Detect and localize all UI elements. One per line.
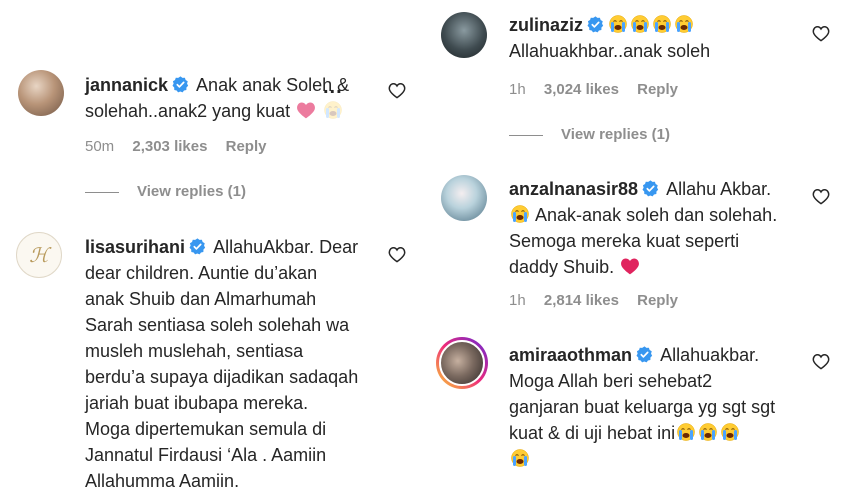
comment-time: 1h — [509, 292, 526, 309]
comment-text: Allahuakhbar..anak soleh — [509, 41, 711, 61]
avatar[interactable] — [441, 12, 487, 58]
view-replies-button[interactable]: View replies (1) — [509, 126, 670, 143]
comment-likes[interactable]: 3,024 likes — [544, 81, 619, 98]
comment-time: 50m — [85, 138, 115, 155]
comment-username[interactable]: amiraaothman — [509, 345, 632, 365]
crying-emoji-icon — [698, 422, 718, 442]
verified-badge-icon — [172, 76, 189, 93]
verified-badge-icon — [636, 346, 653, 363]
comment-username[interactable]: lisasurihani — [85, 237, 185, 257]
avatar-story-ring[interactable] — [436, 337, 488, 389]
reply-button[interactable]: Reply — [637, 81, 678, 98]
heart-icon[interactable] — [812, 353, 830, 370]
comment-time: 1h — [509, 81, 526, 98]
verified-badge-icon — [587, 16, 604, 33]
crying-emoji-icon — [608, 14, 628, 34]
crying-emoji-icon — [676, 422, 696, 442]
comment-text: kuat & di uji hebat ini — [509, 423, 676, 443]
crying-emoji-icon — [652, 14, 672, 34]
crying-emoji-icon — [510, 204, 530, 224]
comment-text: Allahumma Aamiin. — [85, 471, 240, 491]
crying-emoji-icon — [510, 448, 530, 468]
comment-text: jariah buat ibubapa mereka. — [85, 393, 309, 413]
divider — [85, 191, 119, 193]
logo-monogram: ℋ — [29, 243, 49, 267]
comment-text: musleh muslehah, sentiasa — [85, 341, 304, 361]
comment-text: ganjaran buat keluarga yg sgt sgt — [509, 397, 776, 417]
comment-likes[interactable]: 2,814 likes — [544, 292, 619, 309]
view-replies-button[interactable]: View replies (1) — [85, 183, 246, 200]
comment-text: Anak-anak soleh dan solehah. — [535, 205, 778, 225]
avatar — [439, 340, 485, 386]
comment-text: daddy Shuib. — [509, 257, 615, 277]
comment-text: Allahu Akbar. — [666, 179, 772, 199]
reply-button[interactable]: Reply — [637, 292, 678, 309]
comment-text: Semoga mereka kuat seperti — [509, 231, 740, 251]
heart-icon[interactable] — [812, 25, 830, 42]
avatar[interactable]: ℋ — [16, 232, 62, 278]
comment-text: berdu’a supaya dijadikan sadaqah — [85, 367, 359, 387]
crying-emoji-icon — [720, 422, 740, 442]
heart-icon[interactable] — [812, 188, 830, 205]
comment-text: AllahuAkbar. Dear — [213, 237, 359, 257]
more-options-icon[interactable]: ... — [323, 76, 343, 99]
comment-username[interactable]: jannanick — [85, 75, 168, 95]
avatar[interactable] — [441, 175, 487, 221]
comment-text: dear children. Auntie du’akan — [85, 263, 318, 283]
crying-emoji-icon — [630, 14, 650, 34]
heart-icon[interactable] — [388, 82, 406, 99]
crying-emoji-icon — [674, 14, 694, 34]
comment-text: anak Shuib dan Almarhumah — [85, 289, 317, 309]
comment-text: Sarah sentiasa soleh solehah wa — [85, 315, 350, 335]
comment-text: Jannatul Firdausi ‘Ala . Aamiin — [85, 445, 327, 465]
verified-badge-icon — [189, 238, 206, 255]
comment-username[interactable]: anzalnanasir88 — [509, 179, 638, 199]
smiling-emoji-icon — [323, 100, 343, 120]
red-heart-emoji-icon — [620, 256, 640, 276]
reply-button[interactable]: Reply — [226, 138, 267, 155]
comment-text: Moga dipertemukan semula di — [85, 419, 327, 439]
comment-likes[interactable]: 2,303 likes — [132, 138, 207, 155]
red-heart-emoji-icon — [296, 100, 316, 120]
comment-text: solehah..anak2 yang kuat — [85, 101, 291, 121]
comment-text: Allahuakbar. — [660, 345, 760, 365]
divider — [509, 134, 543, 136]
comment-text: Moga Allah beri sehebat2 — [509, 371, 713, 391]
avatar[interactable] — [18, 70, 64, 116]
verified-badge-icon — [642, 180, 659, 197]
heart-icon[interactable] — [388, 246, 406, 263]
comment-username[interactable]: zulinaziz — [509, 15, 583, 35]
